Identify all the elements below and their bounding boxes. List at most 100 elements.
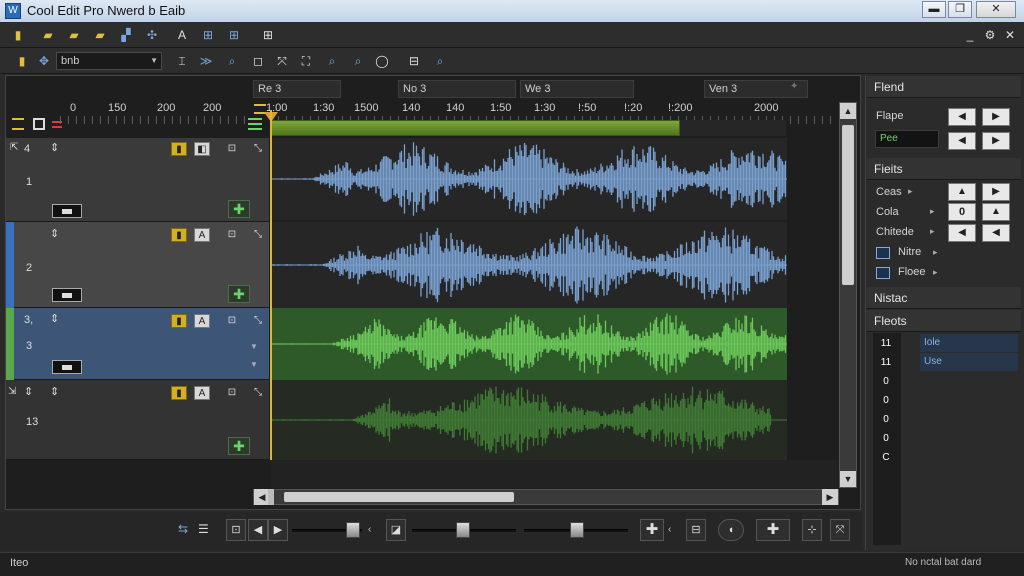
cola-up-button[interactable]: ▲ — [982, 203, 1010, 221]
panel-close-icon[interactable]: ✕ — [1000, 26, 1020, 44]
volume-slider[interactable] — [292, 522, 362, 538]
track-output-box[interactable] — [52, 204, 82, 218]
track-output-box[interactable] — [52, 360, 82, 374]
clip-button[interactable]: ⊟ — [686, 519, 706, 541]
add-effect-button[interactable]: ✚ — [228, 285, 250, 303]
zoom-vertical-icon[interactable]: ⌕ — [348, 52, 368, 70]
record-arm-button[interactable]: ⊡ — [224, 228, 240, 242]
track-lane-2[interactable] — [271, 222, 787, 308]
loop-mode-icon[interactable]: ⇆ — [178, 522, 188, 536]
preset-index[interactable]: 0 — [875, 392, 897, 409]
chevron-down-icon[interactable]: ▼ — [250, 342, 258, 351]
track-header-3[interactable]: 3, ⇕ 3 ▮ A ⊡ ⤡ ▼ ▼ — [6, 308, 269, 380]
multitrack-icon[interactable]: ▞ — [116, 26, 136, 44]
track-arm-icon[interactable]: ⇕ — [50, 312, 59, 325]
mute-button[interactable]: ▮ — [171, 314, 187, 328]
add-effect-button[interactable]: ✚ — [228, 200, 250, 218]
add-tab-icon[interactable]: ✦ — [790, 81, 798, 92]
slider-knob[interactable] — [570, 522, 584, 538]
document-icon[interactable]: ▮ — [12, 52, 32, 70]
mute-button[interactable]: ▮ — [171, 228, 187, 242]
pan-icon[interactable]: ✥ — [34, 52, 54, 70]
track-arm-icon[interactable]: ⇕ — [50, 227, 59, 240]
ceas-next-button[interactable]: ▶ — [982, 183, 1010, 201]
open-folder-icon[interactable]: ▰ — [38, 26, 58, 44]
record-arm-button[interactable]: ⊡ — [224, 314, 240, 328]
add-effect-button[interactable]: ✚ — [228, 437, 250, 455]
record-arm-button[interactable]: ⊡ — [224, 142, 240, 156]
scroll-right-icon[interactable]: ▶ — [822, 489, 838, 505]
zoom-in-icon[interactable]: ⌕ — [222, 52, 242, 70]
track-green-icon[interactable] — [248, 118, 262, 130]
close-button[interactable]: ✕ — [976, 1, 1016, 18]
effects-icon[interactable]: ✣ — [142, 26, 162, 44]
chevron-left-icon[interactable]: ‹ — [368, 524, 371, 535]
mute-button[interactable]: ▮ — [171, 142, 187, 156]
cola-value[interactable]: 0 — [948, 203, 976, 221]
ceas-up-button[interactable]: ▲ — [948, 183, 976, 201]
monitor-button[interactable]: ⤡ — [250, 386, 266, 400]
rewind-button[interactable]: ◀ — [248, 519, 268, 541]
chitede-prev-button[interactable]: ◀ — [948, 224, 976, 242]
chevron-left-icon[interactable]: ‹ — [668, 524, 671, 535]
scroll-left-end-icon[interactable] — [268, 489, 274, 505]
text-tool-icon[interactable]: A — [172, 26, 192, 44]
shape-prev-button[interactable]: ◀ — [948, 108, 976, 126]
record-arm-button[interactable]: ⊡ — [224, 386, 240, 400]
floee-checkbox[interactable] — [876, 267, 890, 279]
track-options-icon[interactable]: ⇕ — [50, 385, 59, 398]
save-folder-icon[interactable]: ▰ — [90, 26, 110, 44]
stop-button[interactable]: ◪ — [386, 519, 406, 541]
add-marker-button[interactable]: ✚ — [640, 519, 664, 541]
preset-index[interactable]: 0 — [875, 411, 897, 428]
record-list-icon[interactable] — [52, 121, 62, 128]
list-icon[interactable]: ☰ — [198, 522, 209, 536]
open-folder-icon-2[interactable]: ▰ — [64, 26, 84, 44]
speed-slider[interactable] — [524, 522, 628, 538]
snap-icon[interactable]: ⊟ — [404, 52, 424, 70]
add-track-button[interactable]: ✚ — [756, 519, 790, 541]
track-lane-1[interactable] — [271, 138, 787, 220]
vertical-scrollbar[interactable]: ▲ ▼ — [839, 102, 857, 488]
select-box-icon[interactable]: ◻ — [248, 52, 268, 70]
preset-index[interactable]: 0 — [875, 373, 897, 390]
tab-2[interactable]: No 3 — [398, 80, 516, 98]
cursor-button[interactable]: ⤧ — [830, 519, 850, 541]
pan-slider[interactable] — [412, 522, 516, 538]
track-expand-icon[interactable]: ⇲ — [8, 386, 16, 397]
grid-edit-icon[interactable]: ⊞ — [224, 26, 244, 44]
track-arm-icon[interactable]: ⇕ — [24, 385, 33, 398]
horizontal-scrollbar[interactable]: ◀ ▶ — [253, 489, 839, 505]
cursor-icon[interactable]: ⌶ — [172, 52, 192, 70]
solo-button[interactable]: A — [194, 228, 210, 242]
shape-prev-button-2[interactable]: ◀ — [948, 132, 976, 150]
selection-range-bar[interactable] — [270, 120, 680, 136]
forward-button[interactable]: ▶ — [268, 519, 288, 541]
track-header-4[interactable]: ⇲ ⇕ ⇕ 13 ▮ A ⊡ ⤡ ✚ — [6, 380, 269, 460]
track-lane-3[interactable] — [271, 308, 787, 380]
nitre-checkbox[interactable] — [876, 247, 890, 259]
search-icon[interactable]: ⌕ — [430, 52, 450, 70]
maximize-button[interactable]: ❐ — [948, 1, 972, 18]
loop-icon[interactable]: ◯ — [372, 52, 392, 70]
scroll-up-icon[interactable]: ▲ — [840, 103, 856, 119]
play-range-icon[interactable]: ≫ — [196, 52, 216, 70]
record-button[interactable]: ◖ — [718, 519, 744, 541]
zoom-select[interactable]: bnb ▼ — [56, 52, 162, 70]
settings-grid-icon[interactable]: ⊞ — [258, 26, 278, 44]
track-header-2[interactable]: ⇕ 2 ▮ A ⊡ ⤡ ✚ — [6, 222, 269, 308]
preset-index[interactable]: C — [875, 449, 897, 466]
fit-icon[interactable]: ⤧ — [272, 52, 292, 70]
preset-index[interactable]: 0 — [875, 430, 897, 447]
panel-minimize-icon[interactable]: _ — [960, 26, 980, 44]
track-output-box[interactable] — [52, 288, 82, 302]
scroll-thumb[interactable] — [842, 125, 854, 285]
grid-icon[interactable]: ⊞ — [198, 26, 218, 44]
marquee-icon[interactable]: ⛶ — [296, 52, 316, 70]
track-expand-icon[interactable]: ⇱ — [10, 142, 18, 153]
solo-button[interactable]: A — [194, 386, 210, 400]
preset-item[interactable]: Iole — [920, 334, 1018, 352]
shape-next-button-2[interactable]: ▶ — [982, 132, 1010, 150]
shape-input[interactable]: Pee — [875, 130, 939, 148]
track-header-1[interactable]: ⇱ 4 ⇕ 1 ▮ ◧ ⊡ ⤡ ✚ — [6, 138, 269, 222]
